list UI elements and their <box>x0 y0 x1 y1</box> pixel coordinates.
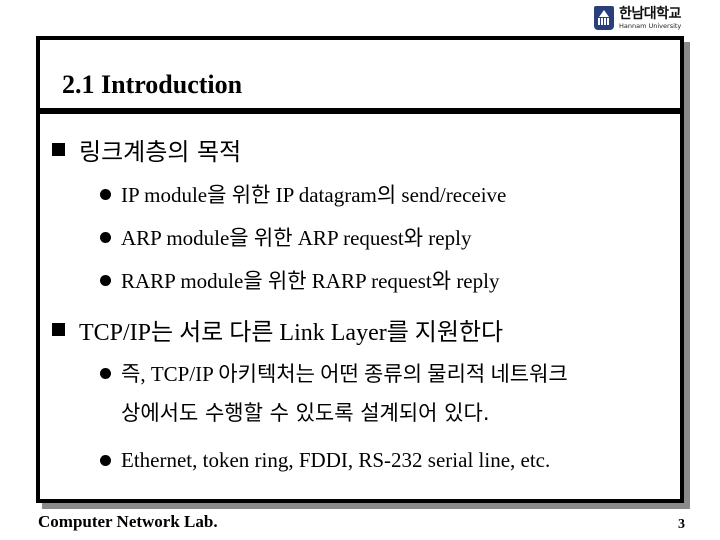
bullet-level2: ARP module을 위한 ARP request와 reply <box>100 222 471 252</box>
square-bullet-icon <box>52 323 65 336</box>
logo-name-korean: 한남대학교 <box>619 5 681 22</box>
bullet-text: RARP module을 위한 RARP request와 reply <box>121 269 500 293</box>
slide-content: 링크계층의 목적 IP module을 위한 IP datagram의 send… <box>40 40 680 499</box>
bullet-level2: Ethernet, token ring, FDDI, RS-232 seria… <box>100 448 550 473</box>
bullet-text: 링크계층의 목적 <box>79 138 242 166</box>
round-bullet-icon <box>100 274 111 286</box>
bullet-level2: 즉, TCP/IP 아키텍처는 어떤 종류의 물리적 네트워크 <box>100 358 568 388</box>
footer-lab-name: Computer Network Lab. <box>38 512 218 531</box>
bullet-level1: 링크계층의 목적 <box>52 132 241 167</box>
bullet-level1: TCP/IP는 서로 다른 Link Layer를 지원한다 <box>52 312 503 347</box>
page-number: 3 <box>678 517 685 532</box>
bullet-level2: RARP module을 위한 RARP request와 reply <box>100 265 499 295</box>
bullet-text: TCP/IP는 서로 다른 Link Layer를 지원한다 <box>79 320 504 346</box>
round-bullet-icon <box>100 367 111 379</box>
bullet-level2: IP module을 위한 IP datagram의 send/receive <box>100 179 506 209</box>
bullet-text: Ethernet, token ring, FDDI, RS-232 seria… <box>121 448 551 472</box>
round-bullet-icon <box>100 231 111 243</box>
round-bullet-icon <box>100 455 111 466</box>
square-bullet-icon <box>52 143 65 156</box>
university-emblem-icon <box>594 6 614 30</box>
round-bullet-icon <box>100 188 111 200</box>
logo-name-english: Hannam University <box>619 21 682 30</box>
bullet-text: 즉, TCP/IP 아키텍처는 어떤 종류의 물리적 네트워크 <box>121 362 568 386</box>
slide-frame: 2.1 Introduction 링크계층의 목적 IP module을 위한 … <box>36 36 684 503</box>
bullet-text: IP module을 위한 IP datagram의 send/receive <box>121 183 507 207</box>
bullet-continuation: 상에서도 수행할 수 있도록 설계되어 있다. <box>121 401 490 425</box>
university-logo: 한남대학교 Hannam University <box>594 4 681 32</box>
bullet-text: ARP module을 위한 ARP request와 reply <box>121 226 472 250</box>
